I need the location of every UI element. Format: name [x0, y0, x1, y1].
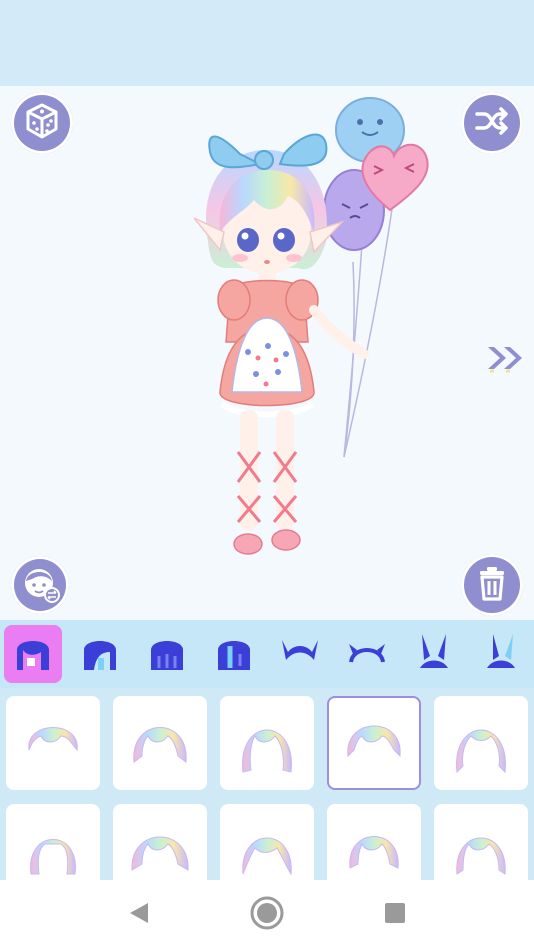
- hair-side-icon: [78, 630, 122, 678]
- hair-style-tile[interactable]: [113, 804, 207, 880]
- hair-style-5-icon: [449, 706, 513, 780]
- category-bar: [0, 620, 534, 688]
- delete-button[interactable]: [461, 554, 523, 616]
- system-navigation-bar: [0, 880, 534, 950]
- home-circle-icon: [250, 896, 284, 934]
- hair-style-tile-selected[interactable]: [327, 696, 421, 790]
- headband-horns-icon: [345, 630, 389, 678]
- horns-icon: [278, 630, 322, 678]
- hair-style-6-icon: [21, 814, 85, 880]
- hair-style-tile[interactable]: [113, 696, 207, 790]
- hair-style-3-icon: [235, 706, 299, 780]
- random-dice-button[interactable]: [11, 92, 73, 154]
- hair-style-tile[interactable]: [6, 804, 100, 880]
- category-bunny-ears[interactable]: [401, 620, 468, 688]
- hair-style-tile[interactable]: [220, 804, 314, 880]
- back-button[interactable]: [122, 898, 156, 932]
- hair-style-9-icon: [342, 814, 406, 880]
- trash-icon: [472, 563, 512, 607]
- category-hair-front[interactable]: [0, 620, 67, 688]
- top-status-area: [0, 0, 534, 86]
- shuffle-button[interactable]: [461, 92, 523, 154]
- hair-style-2-icon: [128, 706, 192, 780]
- hair-style-7-icon: [128, 814, 192, 880]
- category-hair-long[interactable]: [200, 620, 267, 688]
- bunny-ears-icon: [412, 630, 456, 678]
- home-button[interactable]: [250, 896, 284, 934]
- hair-style-tile[interactable]: [220, 696, 314, 790]
- hair-style-tile[interactable]: [6, 696, 100, 790]
- recents-button[interactable]: [378, 898, 412, 932]
- category-hair-back[interactable]: [134, 620, 201, 688]
- recents-square-icon: [380, 898, 410, 932]
- category-horns[interactable]: [267, 620, 334, 688]
- hair-front-icon: [11, 630, 55, 678]
- next-page-button[interactable]: [484, 341, 526, 375]
- character-avatar: [193, 97, 429, 555]
- swap-face-button[interactable]: [11, 556, 69, 614]
- swap-face-icon: [20, 563, 60, 607]
- hair-back-icon: [145, 630, 189, 678]
- hair-style-tile[interactable]: [434, 804, 528, 880]
- hair-style-4-icon: [342, 706, 406, 780]
- shuffle-icon: [472, 101, 512, 145]
- back-triangle-icon: [124, 898, 154, 932]
- category-headband-horns[interactable]: [334, 620, 401, 688]
- category-hair-side[interactable]: [67, 620, 134, 688]
- double-chevron-right-icon: [484, 347, 526, 379]
- hair-style-grid: [0, 688, 534, 880]
- hair-style-8-icon: [235, 814, 299, 880]
- category-bunny-ears-alt[interactable]: [467, 620, 534, 688]
- hair-style-10-icon: [449, 814, 513, 880]
- hair-style-1-icon: [21, 706, 85, 780]
- selected-category-highlight: [4, 625, 63, 683]
- dice-icon: [22, 101, 62, 145]
- hair-long-icon: [212, 630, 256, 678]
- bunny-ears-alt-icon: [479, 630, 523, 678]
- hair-style-tile[interactable]: [327, 804, 421, 880]
- hair-style-tile[interactable]: [434, 696, 528, 790]
